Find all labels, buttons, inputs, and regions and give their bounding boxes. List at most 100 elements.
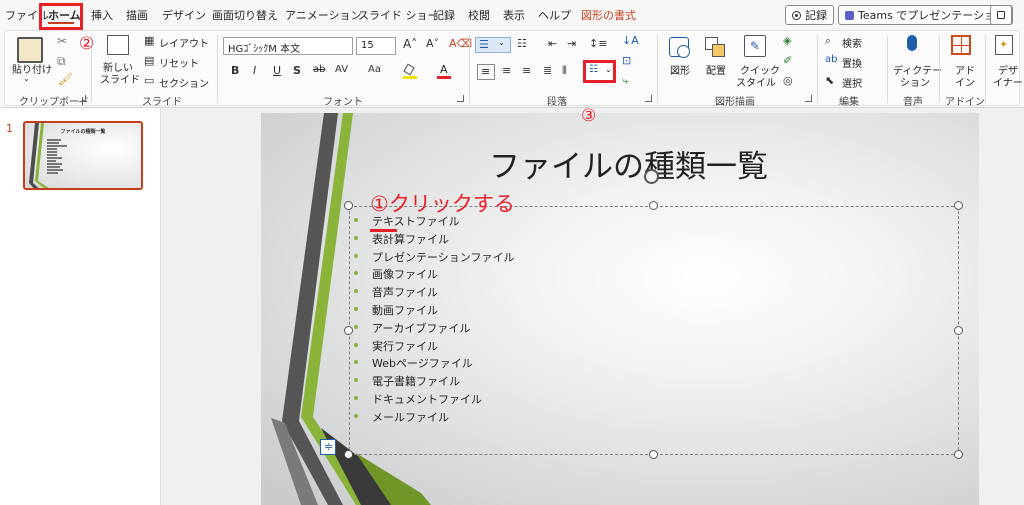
slides-group-label: スライド: [142, 97, 182, 108]
shape-outline-icon[interactable]: ✐: [783, 55, 792, 66]
list-item[interactable]: 表計算ファイル: [354, 231, 514, 249]
arrange-button[interactable]: 配置: [706, 62, 726, 77]
teams-present-button[interactable]: Teams でプレゼンテーション: [838, 5, 1014, 25]
shape-effects-icon[interactable]: ◎: [783, 75, 793, 86]
align-text-icon[interactable]: ⊡: [622, 55, 631, 66]
resize-handle-right[interactable]: [954, 326, 963, 335]
tab-record[interactable]: 記録: [433, 7, 455, 23]
designer-line2[interactable]: イナー: [993, 74, 1023, 89]
comments-button[interactable]: [990, 5, 1012, 25]
editing-group-label: 編集: [839, 97, 859, 108]
list-item[interactable]: 音声ファイル: [354, 284, 514, 302]
slide-title[interactable]: ファイルの種類一覧: [489, 141, 768, 186]
list-item[interactable]: 動画ファイル: [354, 302, 514, 320]
distributed-icon[interactable]: ⦀: [562, 65, 567, 76]
copy-icon[interactable]: ⧉: [57, 55, 66, 67]
list-item[interactable]: 実行ファイル: [354, 338, 514, 356]
tab-insert[interactable]: 挿入: [91, 7, 113, 23]
section-button[interactable]: セクション: [159, 75, 209, 90]
bullets-button[interactable]: ☰ ⌄: [475, 37, 511, 53]
smartart-icon[interactable]: ⤷: [622, 75, 628, 86]
select-button[interactable]: 選択: [842, 75, 862, 90]
shape-fill-icon[interactable]: ◈: [783, 35, 791, 46]
tab-review[interactable]: 校閲: [468, 7, 490, 23]
replace-button[interactable]: 置換: [842, 55, 862, 70]
columns-button[interactable]: ☷ ⌄: [583, 60, 616, 83]
char-spacing-button[interactable]: AV: [335, 65, 348, 75]
bold-button[interactable]: B: [231, 65, 239, 76]
reset-button[interactable]: リセット: [159, 55, 199, 70]
font-dialog-launcher[interactable]: [457, 95, 464, 102]
resize-handle-bottom-right[interactable]: [954, 450, 963, 459]
shapes-button[interactable]: 図形: [670, 62, 690, 77]
tab-slideshow[interactable]: スライド ショー: [358, 7, 439, 23]
list-item[interactable]: 電子書籍ファイル: [354, 373, 514, 391]
resize-handle-bottom-left[interactable]: [344, 450, 353, 459]
change-case-button[interactable]: Aa: [368, 65, 381, 75]
increase-indent-icon[interactable]: ⇥: [567, 38, 576, 49]
underline-button[interactable]: U: [273, 65, 281, 76]
italic-button[interactable]: I: [253, 65, 256, 76]
align-right-icon[interactable]: ≡: [522, 65, 531, 76]
list-item[interactable]: プレゼンテーションファイル: [354, 249, 514, 267]
list-item[interactable]: ドキュメントファイル: [354, 391, 514, 409]
list-item[interactable]: アーカイブファイル: [354, 320, 514, 338]
font-name-combo[interactable]: HGｺﾞｼｯｸM 本文: [223, 37, 353, 55]
tab-design[interactable]: デザイン: [162, 7, 206, 23]
list-item[interactable]: 画像ファイル: [354, 266, 514, 284]
format-painter-icon[interactable]: 🖌: [58, 73, 73, 85]
ribbon-panel: 貼り付け ⌄ ✂ ⧉ 🖌 クリップボード 新しい スライド ▦ レイアウト ▤ …: [4, 30, 1023, 108]
drawing-dialog-launcher[interactable]: [805, 95, 812, 102]
replace-icon: ab: [825, 54, 838, 65]
paste-button[interactable]: 貼り付け: [12, 61, 52, 76]
addins-line2[interactable]: イン: [955, 74, 975, 89]
paragraph-dialog-launcher[interactable]: [645, 95, 652, 102]
font-size-combo[interactable]: 15: [356, 37, 396, 55]
resize-handle-top[interactable]: [649, 201, 658, 210]
autofit-options-icon[interactable]: ≑: [320, 439, 336, 455]
quick-styles-line2[interactable]: スタイル: [736, 74, 776, 89]
search-icon: ⌕: [825, 34, 832, 47]
find-button[interactable]: 検索: [842, 35, 862, 50]
resize-handle-bottom[interactable]: [649, 450, 658, 459]
tab-transitions[interactable]: 画面切り替え: [212, 7, 278, 23]
justify-icon[interactable]: ≣: [543, 65, 552, 76]
new-slide-label-line2[interactable]: スライド: [100, 71, 140, 86]
list-item[interactable]: Webページファイル: [354, 355, 514, 373]
strikethrough-button[interactable]: ab: [313, 65, 325, 75]
numbering-icon[interactable]: ☷: [517, 38, 527, 49]
thumbnail-title: ファイルの種類一覧: [60, 129, 106, 135]
align-center-icon[interactable]: ≡: [502, 65, 511, 76]
text-direction-icon[interactable]: ↓A: [622, 35, 639, 46]
layout-icon: ▦: [144, 34, 155, 47]
resize-handle-left[interactable]: [344, 326, 353, 335]
rotate-handle-icon[interactable]: [644, 169, 659, 184]
slide-thumbnail[interactable]: ファイルの種類一覧: [23, 121, 143, 190]
align-left-button[interactable]: ≡: [477, 64, 495, 80]
resize-handle-top-left[interactable]: [344, 201, 353, 210]
highlight-color-icon[interactable]: [403, 63, 417, 79]
shapes-icon: [669, 37, 690, 58]
group-separator: [817, 35, 818, 103]
decrease-indent-icon[interactable]: ⇤: [548, 38, 557, 49]
record-button[interactable]: 記録: [785, 5, 834, 25]
tab-help[interactable]: ヘルプ: [538, 7, 571, 23]
font-color-icon[interactable]: A: [437, 63, 451, 79]
list-item[interactable]: メールファイル: [354, 409, 514, 427]
tab-shape-format[interactable]: 図形の書式: [581, 7, 636, 23]
tab-view[interactable]: 表示: [503, 7, 525, 23]
clipboard-dialog-launcher[interactable]: [79, 95, 86, 102]
resize-handle-top-right[interactable]: [954, 201, 963, 210]
layout-button[interactable]: レイアウト: [159, 35, 209, 50]
grow-font-icon[interactable]: A˄: [403, 38, 417, 50]
shrink-font-icon[interactable]: A˅: [426, 38, 439, 49]
tab-draw[interactable]: 描画: [126, 7, 148, 23]
cut-icon[interactable]: ✂: [57, 35, 67, 47]
slide-canvas[interactable]: ファイルの種類一覧 ≑ テキストファイル 表計算ファイル プレゼンテーションファ…: [261, 113, 979, 505]
shadow-button[interactable]: S: [293, 65, 301, 76]
thumbnail-bullets: [47, 139, 73, 177]
line-spacing-icon[interactable]: ↕≡: [589, 38, 607, 49]
paste-dropdown-icon[interactable]: ⌄: [23, 75, 30, 83]
tab-animations[interactable]: アニメーション: [285, 7, 362, 23]
dictate-line2[interactable]: ション: [900, 74, 930, 89]
